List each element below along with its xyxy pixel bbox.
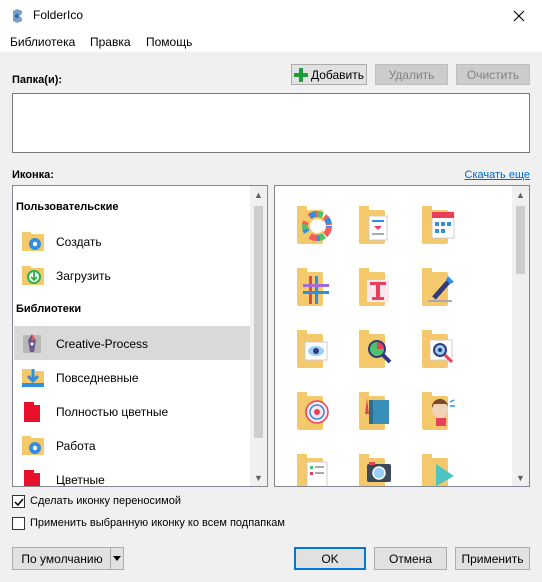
- scroll-thumb[interactable]: [516, 206, 525, 274]
- grid-icon-color-magnifier[interactable]: [357, 328, 397, 372]
- cancel-button[interactable]: Отмена: [374, 547, 447, 570]
- eye-folder-icon: [297, 330, 328, 368]
- camera-folder-icon: [359, 454, 391, 486]
- target-folder-icon: [297, 392, 329, 430]
- default-dropdown-button[interactable]: [110, 548, 123, 569]
- section-libraries: Библиотеки: [16, 303, 82, 315]
- checklist-folder-icon: [297, 454, 328, 486]
- plus-icon: [293, 67, 308, 82]
- add-label: Добавить: [310, 67, 365, 82]
- list-item-colored[interactable]: Цветные: [14, 462, 250, 487]
- scroll-up-arrow[interactable]: ▲: [250, 186, 267, 203]
- grid-design-folder-icon: [297, 268, 329, 306]
- everyday-folder-icon: [22, 369, 44, 387]
- icons-label: Иконка:: [12, 169, 54, 181]
- grid-icon-pen-tool[interactable]: [420, 266, 460, 310]
- app-icon: [13, 9, 22, 23]
- list-item-everyday[interactable]: Повседневные: [14, 360, 250, 394]
- menu-help[interactable]: Помощь: [146, 35, 192, 49]
- list-item-creative-process[interactable]: Creative-Process: [14, 326, 250, 360]
- grid-icon-grid-design[interactable]: [295, 266, 335, 310]
- grid-icon-eye[interactable]: [295, 328, 335, 372]
- title-bar: FolderIco: [0, 0, 542, 31]
- chevron-down-icon: [113, 555, 121, 561]
- clear-label: Очистить: [466, 67, 520, 82]
- document-folder-icon: [359, 206, 388, 244]
- remove-label: Удалить: [388, 67, 435, 82]
- gear-folder-icon: [22, 232, 44, 251]
- list-item-label: Работа: [56, 439, 96, 453]
- red-folder-icon: [24, 470, 40, 486]
- list-item-download[interactable]: Загрузить: [14, 258, 250, 292]
- list-item-label: Загрузить: [56, 269, 111, 283]
- list-item-create[interactable]: Создать: [14, 224, 250, 258]
- list-item-label: Создать: [56, 235, 102, 249]
- ok-label: OK: [321, 551, 339, 566]
- color-magnifier-folder-icon: [359, 330, 392, 368]
- list-item-label: Creative-Process: [56, 337, 149, 351]
- section-custom: Пользовательские: [16, 201, 119, 213]
- remove-folder-button[interactable]: Удалить: [375, 64, 448, 85]
- download-folder-icon: [22, 266, 44, 285]
- scroll-thumb[interactable]: [254, 206, 263, 438]
- menu-edit[interactable]: Правка: [90, 35, 131, 49]
- add-folder-button[interactable]: Добавить: [291, 64, 367, 85]
- portable-label: Сделать иконку переносимой: [30, 495, 181, 507]
- grid-icon-camera[interactable]: [357, 452, 397, 486]
- shapes-folder-icon: [422, 454, 454, 486]
- download-more-link[interactable]: Скачать еще: [465, 169, 530, 181]
- cancel-label: Отмена: [388, 551, 433, 566]
- grid-icon-color-wheel[interactable]: [295, 204, 335, 248]
- apply-subfolders-label: Применить выбранную иконку ко всем подпа…: [30, 517, 285, 529]
- icon-grid[interactable]: ▲ ▼: [274, 185, 530, 487]
- list-item-label: Повседневные: [56, 371, 139, 385]
- list-scrollbar[interactable]: ▲ ▼: [250, 186, 267, 486]
- checkmark-icon: [13, 498, 24, 506]
- window-title: FolderIco: [33, 8, 84, 22]
- red-folder-icon: [24, 402, 40, 422]
- menu-bar: Библиотека Правка Помощь: [0, 31, 542, 52]
- grid-icon-document[interactable]: [357, 204, 397, 248]
- eye-magnifier-folder-icon: [422, 330, 454, 368]
- grid-icon-shapes[interactable]: [420, 452, 460, 486]
- grid-icon-checklist[interactable]: [295, 452, 335, 486]
- scroll-up-arrow[interactable]: ▲: [512, 186, 529, 203]
- brainstorm-folder-icon: [422, 392, 455, 430]
- list-item-label: Цветные: [56, 473, 105, 487]
- color-wheel-folder-icon: [297, 206, 332, 244]
- grid-icon-calendar[interactable]: [420, 204, 460, 248]
- grid-icon-brainstorm[interactable]: [420, 390, 460, 434]
- scroll-down-arrow[interactable]: ▼: [250, 469, 267, 486]
- close-button[interactable]: [496, 0, 542, 31]
- apply-button[interactable]: Применить: [455, 547, 530, 570]
- calendar-folder-icon: [422, 206, 455, 244]
- apply-subfolders-checkbox[interactable]: [12, 517, 25, 530]
- pen-tool-folder-icon: [422, 268, 454, 306]
- folders-label: Папка(и):: [12, 74, 63, 86]
- clear-folders-button[interactable]: Очистить: [456, 64, 530, 85]
- portable-checkbox[interactable]: [12, 495, 25, 508]
- sketchbook-folder-icon: [359, 392, 389, 430]
- grid-scrollbar[interactable]: ▲ ▼: [512, 186, 529, 486]
- list-item-work[interactable]: Работа: [14, 428, 250, 462]
- work-gear-folder-icon: [22, 436, 44, 455]
- default-split-button[interactable]: По умолчанию: [12, 547, 124, 570]
- icon-library-list[interactable]: Пользовательские Создать Загрузить Библи…: [12, 185, 268, 487]
- default-button[interactable]: По умолчанию: [13, 548, 111, 569]
- ok-button[interactable]: OK: [294, 547, 366, 570]
- close-icon: [513, 10, 525, 21]
- typography-folder-icon: [359, 268, 389, 306]
- grid-icon-sketchbook[interactable]: [357, 390, 397, 434]
- grid-icon-typography[interactable]: [357, 266, 397, 310]
- grid-icon-target[interactable]: [295, 390, 335, 434]
- grid-icon-eye-magnifier[interactable]: [420, 328, 460, 372]
- menu-library[interactable]: Библиотека: [10, 35, 75, 49]
- creative-process-icon: [23, 334, 41, 353]
- scroll-down-arrow[interactable]: ▼: [512, 469, 529, 486]
- list-item-full-color[interactable]: Полностью цветные: [14, 394, 250, 428]
- default-label: По умолчанию: [21, 551, 103, 566]
- folders-input-area[interactable]: [12, 93, 530, 153]
- list-item-label: Полностью цветные: [56, 405, 169, 419]
- apply-label: Применить: [461, 551, 524, 566]
